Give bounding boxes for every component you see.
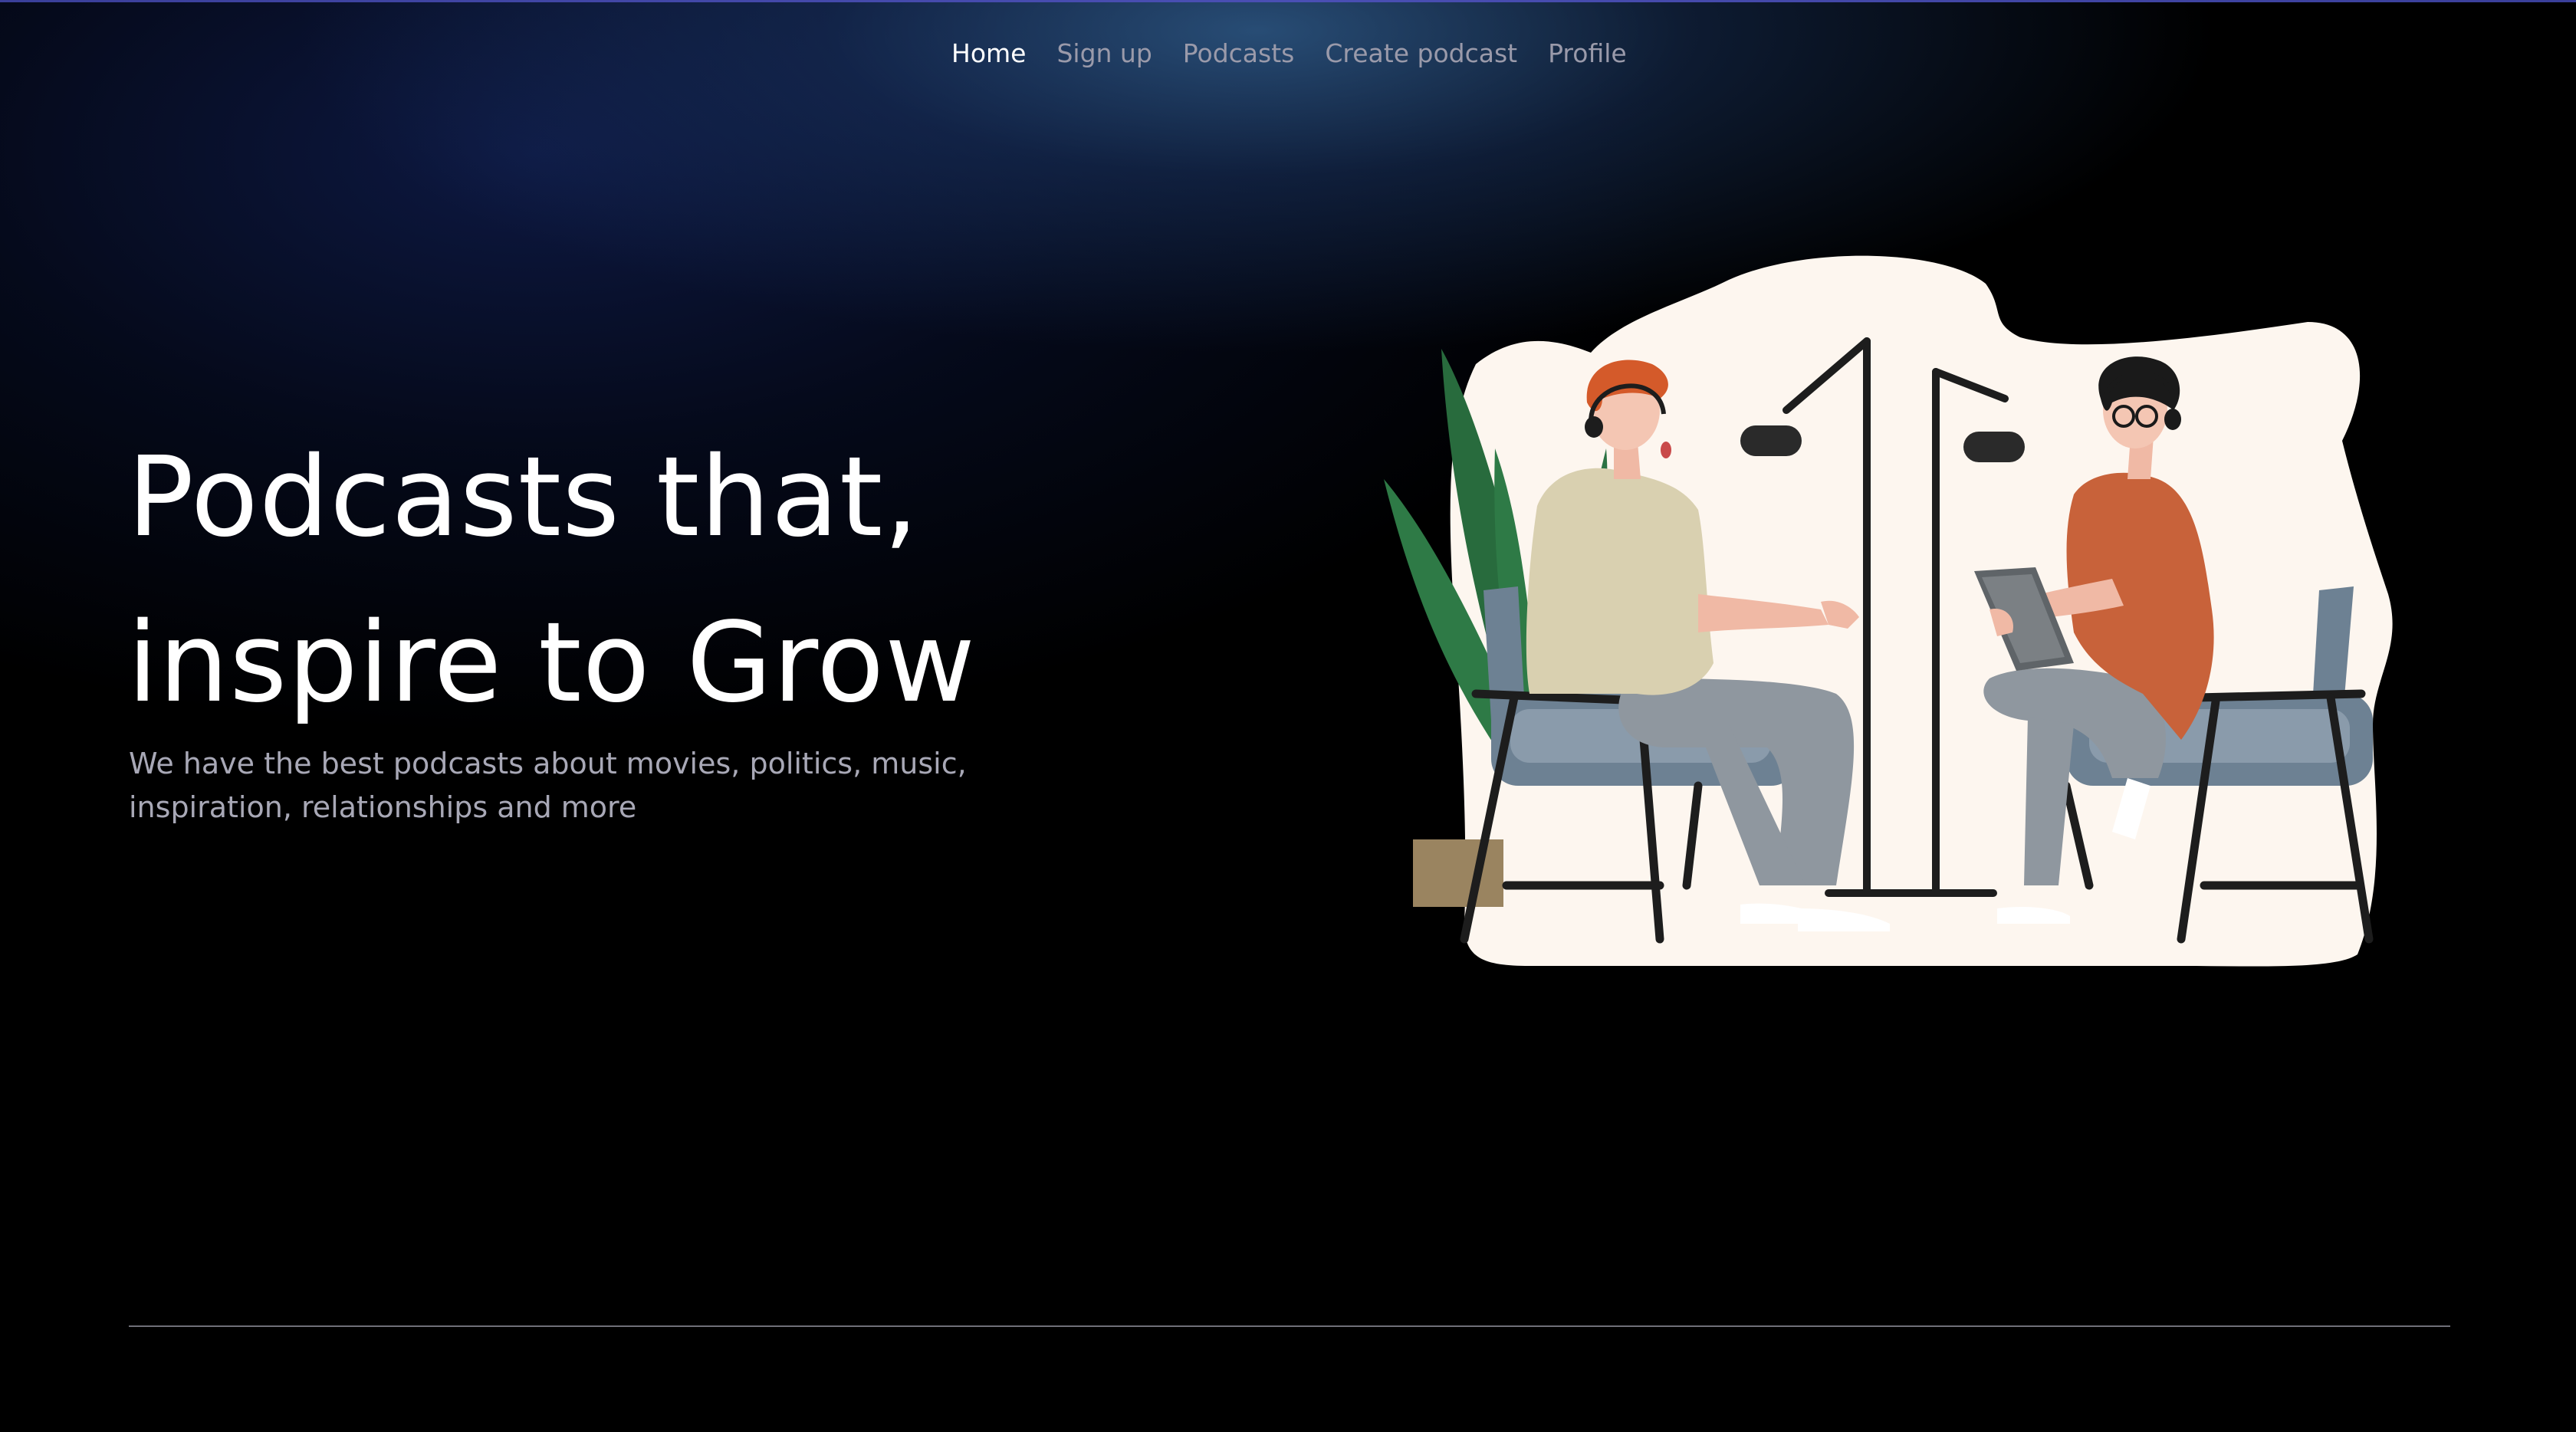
top-accent-line xyxy=(0,0,2576,2)
section-divider xyxy=(129,1325,2450,1327)
top-nav: Home Sign up Podcasts Create podcast Pro… xyxy=(951,38,1627,68)
microphone-right-icon xyxy=(1963,432,2025,462)
nav-podcasts-link[interactable]: Podcasts xyxy=(1183,38,1295,68)
hero-title-line-2: inspire to Grow xyxy=(127,598,976,727)
hero-title: Podcasts that, inspire to Grow xyxy=(127,414,976,745)
page: Home Sign up Podcasts Create podcast Pro… xyxy=(0,0,2576,1432)
nav-home-link[interactable]: Home xyxy=(951,38,1026,68)
hero-subtitle: We have the best podcasts about movies, … xyxy=(129,747,967,824)
hero-title-line-1: Podcasts that, xyxy=(127,432,920,561)
nav-profile-link[interactable]: Profile xyxy=(1548,38,1627,68)
nav-create-podcast-link[interactable]: Create podcast xyxy=(1325,38,1517,68)
microphone-left-icon xyxy=(1740,425,1802,456)
nav-signup-link[interactable]: Sign up xyxy=(1056,38,1152,68)
podcast-illustration xyxy=(1384,255,2393,967)
